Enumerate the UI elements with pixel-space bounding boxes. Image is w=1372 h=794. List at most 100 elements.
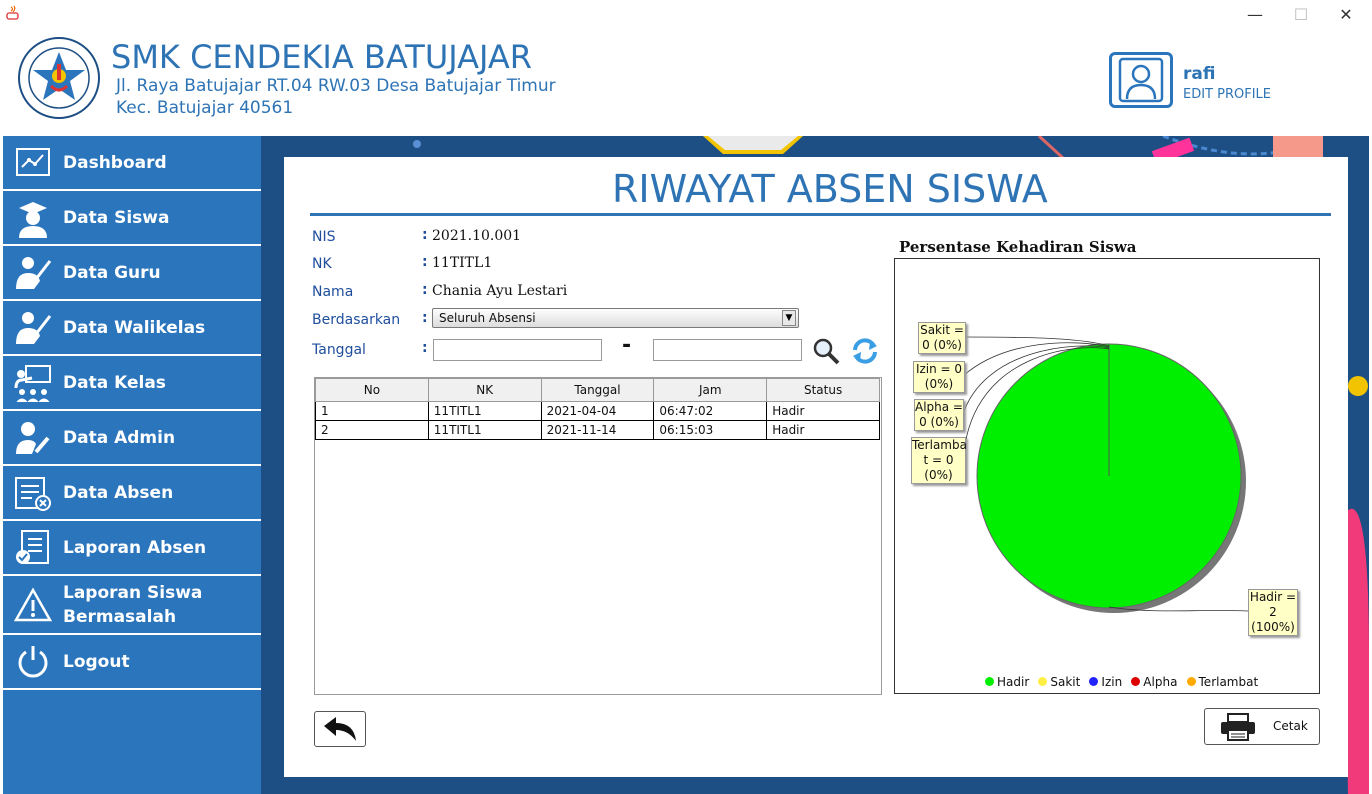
tanggal-to-input[interactable] xyxy=(653,339,802,361)
printer-icon xyxy=(1219,713,1257,741)
nk-value: 11TITL1 xyxy=(432,255,493,271)
callout-izin: Izin = 0 (0%) xyxy=(913,361,965,393)
cell-tanggal: 2021-11-14 xyxy=(540,420,655,440)
table-header-row: No NK Tanggal Jam Status xyxy=(315,378,880,402)
berdasarkan-select[interactable]: Seluruh Absensi ▼ xyxy=(432,308,799,328)
homeroom-teacher-icon xyxy=(13,308,53,348)
sidebar-item-dashboard[interactable]: Dashboard xyxy=(3,136,261,191)
callout-line: Sakit = xyxy=(920,323,964,337)
callout-terlambat: Terlamba t = 0 (0%) xyxy=(911,437,967,484)
classroom-icon xyxy=(13,363,53,403)
sidebar-item-label: Data Siswa xyxy=(63,207,170,228)
title-divider xyxy=(310,213,1331,216)
colon: : xyxy=(422,340,428,356)
column-header-status[interactable]: Status xyxy=(766,378,880,402)
cell-no: 2 xyxy=(315,420,429,440)
school-name: SMK CENDEKIA BATUJAJAR xyxy=(111,38,533,76)
attendance-icon xyxy=(13,473,53,513)
column-header-nk[interactable]: NK xyxy=(427,378,542,402)
callout-hadir: Hadir = 2 (100%) xyxy=(1248,589,1298,636)
sidebar-item-label: Logout xyxy=(63,651,130,672)
sidebar-item-logout[interactable]: Logout xyxy=(3,635,261,690)
legend-label: Alpha xyxy=(1143,674,1178,689)
legend-label: Terlambat xyxy=(1198,674,1259,689)
app-header: SMK CENDEKIA BATUJAJAR Jl. Raya Batujaja… xyxy=(3,24,1369,136)
colon: : xyxy=(422,227,428,243)
sidebar-item-data-walikelas[interactable]: Data Walikelas xyxy=(3,301,261,356)
refresh-icon[interactable] xyxy=(850,336,880,366)
search-icon[interactable] xyxy=(812,337,840,365)
legend-dot xyxy=(1089,677,1099,686)
tanggal-label: Tanggal xyxy=(312,342,366,358)
berdasarkan-label: Berdasarkan xyxy=(312,312,401,328)
cell-jam: 06:15:03 xyxy=(653,420,768,440)
callout-line: Hadir = xyxy=(1249,590,1297,604)
dashboard-icon xyxy=(13,143,53,183)
callout-line: 0 (0%) xyxy=(922,338,962,352)
column-header-tanggal[interactable]: Tanggal xyxy=(540,378,655,402)
sidebar-item-label: Data Walikelas xyxy=(63,317,206,338)
sidebar-item-laporan-absen[interactable]: Laporan Absen xyxy=(3,521,261,576)
chart-legend: Hadir Sakit Izin Alpha Terlambat xyxy=(985,671,1258,690)
nk-label: NK xyxy=(312,256,332,272)
user-name: rafi xyxy=(1183,64,1216,84)
admin-icon xyxy=(13,418,53,458)
cell-nk: 11TITL1 xyxy=(427,401,542,421)
legend-dot xyxy=(1186,677,1196,686)
cell-tanggal: 2021-04-04 xyxy=(540,401,655,421)
callout-sakit: Sakit = 0 (0%) xyxy=(918,322,966,354)
sidebar-item-label: Data Kelas xyxy=(63,372,166,393)
legend-item-alpha: Alpha xyxy=(1131,675,1177,689)
legend-dot xyxy=(1131,677,1141,686)
cell-jam: 06:47:02 xyxy=(653,401,768,421)
teacher-icon xyxy=(13,253,53,293)
main-panel: RIWAYAT ABSEN SISWA NIS : 2021.10.001 NK… xyxy=(284,157,1348,777)
back-arrow-icon xyxy=(324,717,356,741)
legend-item-izin: Izin xyxy=(1089,675,1122,689)
callout-line: 0 (0%) xyxy=(919,415,959,429)
table-row[interactable]: 2 11TITL1 2021-11-14 06:15:03 Hadir xyxy=(315,420,880,440)
sidebar-item-label: Data Admin xyxy=(63,427,176,448)
school-address-line1: Jl. Raya Batujajar RT.04 RW.03 Desa Batu… xyxy=(116,76,556,96)
sidebar-item-label: Laporan Siswa Bermasalah xyxy=(63,581,202,629)
sidebar-item-data-absen[interactable]: Data Absen xyxy=(3,466,261,521)
callout-line: (0%) xyxy=(924,377,954,391)
column-header-jam[interactable]: Jam xyxy=(653,378,768,402)
power-icon xyxy=(13,642,53,682)
legend-item-sakit: Sakit xyxy=(1038,675,1080,689)
column-header-no[interactable]: No xyxy=(315,378,429,402)
colon: : xyxy=(422,282,428,298)
sidebar-item-data-admin[interactable]: Data Admin xyxy=(3,411,261,466)
edit-profile-link[interactable]: EDIT PROFILE xyxy=(1183,87,1271,102)
sidebar-item-label: Data Absen xyxy=(63,482,174,503)
print-button[interactable]: Cetak xyxy=(1204,708,1320,745)
callout-line: t = 0 xyxy=(923,453,954,467)
back-button[interactable] xyxy=(314,711,366,747)
sidebar-item-data-kelas[interactable]: Data Kelas xyxy=(3,356,261,411)
date-range-dash: - xyxy=(622,333,632,358)
sidebar-item-label-line2: Bermasalah xyxy=(63,606,177,627)
pie-chart-frame: Sakit = 0 (0%) Izin = 0 (0%) Alpha = 0 (… xyxy=(894,258,1320,694)
colon: : xyxy=(422,254,428,270)
page-title: RIWAYAT ABSEN SISWA xyxy=(612,167,1048,211)
sidebar-item-laporan-siswa-bermasalah[interactable]: Laporan Siswa Bermasalah xyxy=(3,576,261,635)
print-label: Cetak xyxy=(1273,719,1308,733)
user-avatar-icon[interactable] xyxy=(1109,52,1173,108)
cell-no: 1 xyxy=(315,401,429,421)
callout-alpha: Alpha = 0 (0%) xyxy=(914,399,964,431)
sidebar-item-label: Laporan Absen xyxy=(63,537,207,558)
nis-label: NIS xyxy=(312,229,336,245)
callout-line: Izin = 0 xyxy=(915,362,963,376)
legend-dot xyxy=(985,677,994,686)
table-row[interactable]: 1 11TITL1 2021-04-04 06:47:02 Hadir xyxy=(315,401,880,421)
legend-item-terlambat: Terlambat xyxy=(1186,674,1259,689)
tanggal-from-input[interactable] xyxy=(433,339,602,361)
java-app-icon xyxy=(6,5,20,21)
nama-value: Chania Ayu Lestari xyxy=(432,283,568,299)
sidebar-item-data-guru[interactable]: Data Guru xyxy=(3,246,261,301)
sidebar-item-data-siswa[interactable]: Data Siswa xyxy=(3,191,261,246)
school-logo xyxy=(17,36,101,120)
callout-line: (0%) xyxy=(924,468,953,482)
chevron-down-icon[interactable]: ▼ xyxy=(782,310,796,326)
sidebar-item-label: Data Guru xyxy=(63,262,161,283)
